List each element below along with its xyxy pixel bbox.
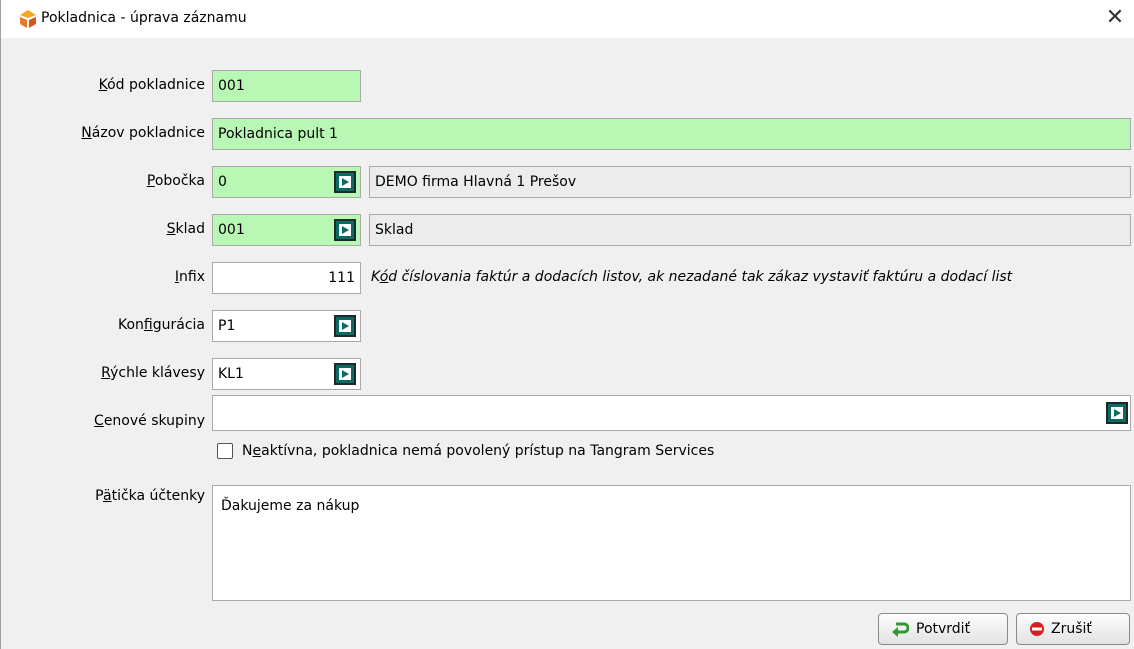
nazov-label: Názov pokladnice (81, 125, 205, 141)
cancel-label: Zrušiť (1051, 621, 1092, 637)
infix-hint: Kód číslovania faktúr a dodacích listov,… (371, 269, 1013, 285)
cenove-input[interactable] (212, 395, 1131, 431)
pobocka-picker-button[interactable] (334, 171, 356, 193)
infix-input[interactable]: 111 (212, 262, 361, 294)
play-arrow-icon (1111, 407, 1123, 419)
play-arrow-icon (339, 368, 351, 380)
confirm-label: Potvrdiť (916, 621, 971, 637)
sklad-picker-button[interactable] (334, 219, 356, 241)
kod-label: Kód pokladnice (98, 77, 205, 93)
dialog-window: Pokladnica - úprava záznamu ✕ Kód poklad… (0, 0, 1134, 649)
title-bar: Pokladnica - úprava záznamu ✕ (1, 0, 1134, 38)
konfiguracia-label: Konfigurácia (117, 317, 205, 333)
confirm-button[interactable]: Potvrdiť (878, 613, 1008, 645)
window-title: Pokladnica - úprava záznamu (41, 10, 247, 26)
sklad-label: Sklad (166, 221, 205, 237)
sklad-description: Sklad (369, 214, 1131, 246)
pobocka-description: DEMO firma Hlavná 1 Prešov (369, 166, 1131, 198)
tangram-logo-icon (18, 9, 38, 29)
cenove-picker-button[interactable] (1106, 402, 1128, 424)
rychle-label: Rýchle klávesy (101, 365, 205, 381)
confirm-arrow-icon (892, 622, 909, 637)
play-arrow-icon (339, 320, 351, 332)
play-arrow-icon (339, 224, 351, 236)
stop-icon (1030, 622, 1044, 636)
paticka-textarea[interactable]: Ďakujeme za nákup (212, 485, 1131, 601)
cancel-button[interactable]: Zrušiť (1016, 613, 1130, 645)
infix-label: Infix (174, 269, 205, 285)
neaktivna-label[interactable]: Neaktívna, pokladnica nemá povolený prís… (242, 443, 714, 459)
neaktivna-checkbox[interactable] (217, 443, 233, 459)
close-icon: ✕ (1105, 5, 1125, 30)
konfiguracia-picker-button[interactable] (334, 315, 356, 337)
close-button[interactable]: ✕ (1101, 5, 1129, 33)
rychle-picker-button[interactable] (334, 363, 356, 385)
nazov-input[interactable]: Pokladnica pult 1 (212, 118, 1131, 150)
paticka-label: Pätička účtenky (95, 488, 205, 504)
pobocka-label: Pobočka (146, 173, 205, 189)
play-arrow-icon (339, 176, 351, 188)
kod-input[interactable]: 001 (212, 70, 361, 102)
cenove-label: Cenové skupiny (94, 413, 205, 429)
